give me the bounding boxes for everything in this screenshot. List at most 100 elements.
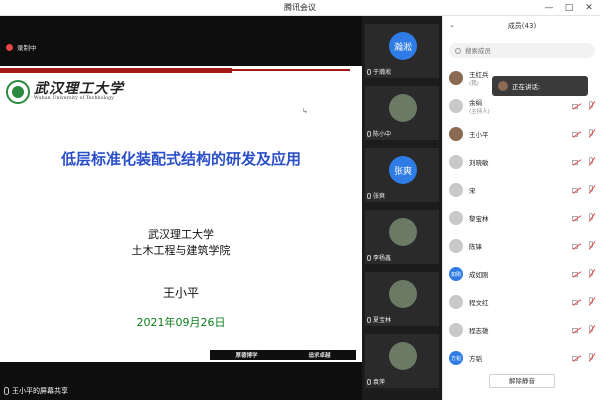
member-name: 王小平 <box>469 131 489 139</box>
maximize-icon[interactable]: □ <box>562 1 576 14</box>
slide-school: 武汉理工大学 <box>148 228 214 241</box>
video-tile[interactable]: 张爽 张爽 <box>365 148 439 202</box>
camera-off-icon[interactable] <box>572 130 582 138</box>
member-name: 余绢 <box>469 99 482 107</box>
video-tile[interactable]: 袁萍 <box>365 334 439 388</box>
avatar <box>449 99 463 113</box>
avatar: 张爽 <box>389 156 417 184</box>
window-controls: — □ ✕ <box>542 1 596 14</box>
screen-share-owner: 王小平的屏幕共享 <box>12 387 68 395</box>
member-role: (主持人) <box>469 109 490 115</box>
unmute-button[interactable]: 解除静音 <box>489 374 555 388</box>
speaking-label: 正在讲话: <box>512 83 541 91</box>
member-row[interactable]: 余绢 (主持人) <box>449 94 596 118</box>
search-icon <box>455 47 461 54</box>
video-tile[interactable]: 夏宝林 <box>365 272 439 326</box>
university-name-cn: 武汉理工大学 <box>34 81 124 97</box>
avatar <box>449 239 463 253</box>
mic-muted-icon[interactable] <box>587 353 596 363</box>
screen-share-area: 录制中 武汉理工大学 Wuhan University of Technolog… <box>0 16 362 400</box>
camera-off-icon[interactable] <box>572 158 582 166</box>
member-name: 黎宝林 <box>469 215 489 223</box>
window-title: 腾讯会议 <box>284 3 316 12</box>
camera-off-icon[interactable] <box>572 186 582 194</box>
mic-muted-icon[interactable] <box>587 129 596 139</box>
recording-dot-icon <box>6 43 13 51</box>
camera-off-icon[interactable] <box>572 298 582 306</box>
member-name: 陈锋 <box>469 243 482 251</box>
screen-share-label: 王小平的屏幕共享 <box>4 386 68 396</box>
video-tile[interactable]: 瀚淞 于瀚淞 <box>365 24 439 78</box>
mic-icon <box>367 192 371 199</box>
mic-icon <box>4 387 9 395</box>
university-logo-icon <box>6 80 30 104</box>
camera-off-icon[interactable] <box>572 270 582 278</box>
camera-off-icon[interactable] <box>572 214 582 222</box>
avatar <box>449 127 463 141</box>
presentation-slide: 武汉理工大学 Wuhan University of Technology ↳ … <box>0 66 362 362</box>
minimize-icon[interactable]: — <box>542 1 556 14</box>
mic-icon <box>367 130 371 137</box>
member-name: 程志雄 <box>469 327 489 335</box>
camera-off-icon[interactable] <box>572 326 582 334</box>
mic-icon <box>367 68 371 75</box>
video-strip[interactable]: 瀚淞 于瀚淞 陈小中 张爽 张爽 李杨鑫 夏宝林 袁萍 <box>362 16 442 400</box>
avatar <box>389 94 417 122</box>
video-tile-name: 陈小中 <box>373 131 392 138</box>
mic-icon <box>367 254 371 261</box>
mic-muted-icon[interactable] <box>587 101 596 111</box>
slide-footer: 厚德博学 追求卓越 <box>210 350 356 360</box>
member-row[interactable]: 程文红 <box>449 290 596 314</box>
members-panel: ⌄ 成员(43) 王红兵(我) 余绢(主持人) 王小平 刘晓敏 宋 <box>442 16 600 400</box>
mic-muted-icon[interactable] <box>587 185 596 195</box>
member-row[interactable]: 刘晓敏 <box>449 150 596 174</box>
camera-off-icon[interactable] <box>572 102 582 110</box>
slide-header-bar <box>0 68 232 73</box>
avatar: 方韬 <box>449 351 463 365</box>
member-name: 刘晓敏 <box>469 159 489 167</box>
mic-icon <box>367 378 371 385</box>
mic-muted-icon[interactable] <box>587 269 596 279</box>
mic-muted-icon[interactable] <box>587 297 596 307</box>
mic-icon <box>367 316 371 323</box>
member-search-input[interactable] <box>465 46 585 55</box>
member-row[interactable]: 宋 <box>449 178 596 202</box>
mic-muted-icon[interactable] <box>587 213 596 223</box>
slide-header-line <box>232 69 350 71</box>
member-search[interactable] <box>449 43 595 58</box>
mic-muted-icon[interactable] <box>587 325 596 335</box>
slide-motto-left: 厚德博学 <box>235 353 258 359</box>
speaking-indicator: 正在讲话: <box>492 76 588 96</box>
member-name: 方韬 <box>469 355 482 363</box>
avatar <box>449 155 463 169</box>
members-panel-header: ⌄ 成员(43) <box>443 16 600 36</box>
avatar <box>389 218 417 246</box>
university-name-en: Wuhan University of Technology <box>34 96 114 101</box>
member-row[interactable]: 如刚 成如刚 <box>449 262 596 286</box>
member-row[interactable]: 方韬 方韬 <box>449 346 596 370</box>
camera-off-icon[interactable] <box>572 242 582 250</box>
avatar <box>449 323 463 337</box>
members-count-title: 成员(43) <box>507 22 537 30</box>
member-row[interactable]: 程志雄 <box>449 318 596 342</box>
close-icon[interactable]: ✕ <box>582 1 596 14</box>
avatar <box>449 211 463 225</box>
member-row[interactable]: 王小平 <box>449 122 596 146</box>
member-row[interactable]: 黎宝林 <box>449 206 596 230</box>
member-row[interactable]: 陈锋 <box>449 234 596 258</box>
recording-indicator[interactable]: 录制中 <box>6 42 37 52</box>
avatar: 瀚淞 <box>389 32 417 60</box>
video-tile-name: 李杨鑫 <box>373 255 392 262</box>
video-tile-name: 于瀚淞 <box>373 69 392 76</box>
slide-date: 2021年09月26日 <box>136 316 226 329</box>
video-tile[interactable]: 李杨鑫 <box>365 210 439 264</box>
video-tile-name: 张爽 <box>373 193 386 200</box>
member-name: 宋 <box>469 187 476 195</box>
avatar <box>449 183 463 197</box>
video-tile[interactable]: 陈小中 <box>365 86 439 140</box>
video-tile-name: 夏宝林 <box>373 317 392 324</box>
mic-muted-icon[interactable] <box>587 157 596 167</box>
video-tile-name: 袁萍 <box>373 379 386 386</box>
mic-muted-icon[interactable] <box>587 241 596 251</box>
camera-off-icon[interactable] <box>572 354 582 362</box>
